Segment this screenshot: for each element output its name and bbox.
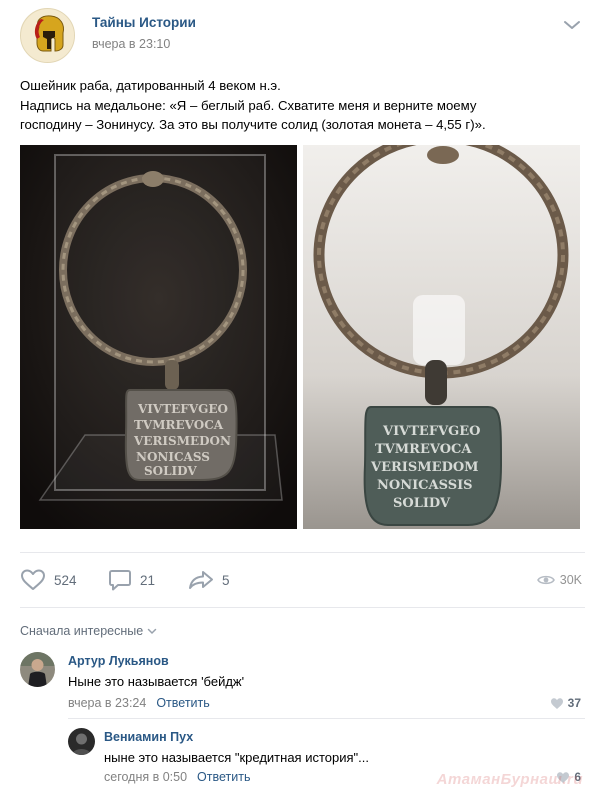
svg-text:VERISMEDON: VERISMEDON: [133, 434, 231, 448]
comment-text: Ныне это называется 'бейдж': [68, 674, 245, 689]
group-name[interactable]: Тайны Истории: [92, 15, 196, 30]
comment-meta: вчера в 23:24 Ответить: [68, 696, 210, 710]
svg-text:SOLIDV: SOLIDV: [393, 496, 451, 511]
likes-count: 524: [54, 572, 77, 588]
slave-collar-photo-light: VIVTEFVGEO TVMREVOCA VERISMEDOM NONICASS…: [303, 145, 580, 529]
views-counter: 30K: [536, 566, 582, 594]
slave-collar-photo-dark: VIVTEFVGEO TVMREVOCA VERISMEDON NONICASS…: [20, 145, 297, 529]
svg-text:VERISMEDOM: VERISMEDOM: [370, 460, 479, 475]
reply-button[interactable]: Ответить: [197, 770, 250, 784]
divider: [20, 552, 585, 553]
user-photo: [68, 728, 95, 755]
post-text-line: господину – Зонинусу. За это вы получите…: [20, 117, 486, 132]
post-actions: 524 21 5 30K: [20, 566, 582, 594]
comments-sort-dropdown[interactable]: Сначала интересные: [20, 624, 157, 638]
share-button[interactable]: 5: [188, 566, 230, 594]
post-header: Тайны Истории вчера в 23:10: [20, 8, 585, 64]
post-time[interactable]: вчера в 23:10: [92, 37, 170, 51]
spartan-helmet-logo: [21, 9, 74, 62]
comments-count: 21: [140, 572, 156, 588]
comment-icon: [109, 570, 131, 591]
comment-time[interactable]: сегодня в 0:50: [104, 770, 187, 784]
photo-left[interactable]: VIVTEFVGEO TVMREVOCA VERISMEDON NONICASS…: [20, 145, 297, 529]
svg-text:TVMREVOCA: TVMREVOCA: [375, 442, 472, 457]
heart-icon: [21, 569, 45, 590]
comment-meta: сегодня в 0:50 Ответить: [104, 770, 250, 784]
chevron-down-icon: [564, 21, 580, 29]
user-photo: [20, 652, 55, 687]
avatar[interactable]: [68, 728, 95, 755]
post-menu-button[interactable]: [563, 18, 581, 30]
shares-count: 5: [222, 572, 230, 588]
divider: [20, 607, 585, 608]
eye-icon: [536, 575, 555, 585]
watermark: АтаманБурнаш.ru: [436, 771, 583, 788]
svg-text:NONICASSIS: NONICASSIS: [377, 478, 473, 493]
post-text: Ошейник раба, датированный 4 веком н.э. …: [20, 76, 590, 135]
chevron-down-icon: [147, 628, 157, 634]
group-avatar[interactable]: [20, 8, 75, 63]
comment-author[interactable]: Вениамин Пух: [104, 730, 193, 744]
comment: Артур Лукьянов Ныне это называется 'бейд…: [20, 652, 585, 712]
svg-text:TVMREVOCA: TVMREVOCA: [134, 418, 224, 432]
photo-right[interactable]: VIVTEFVGEO TVMREVOCA VERISMEDOM NONICASS…: [303, 145, 580, 529]
comment-likes: 37: [567, 696, 581, 710]
like-button[interactable]: 524: [20, 566, 77, 594]
views-count: 30K: [559, 573, 582, 587]
sort-label: Сначала интересные: [20, 624, 144, 638]
share-icon: [189, 571, 213, 589]
avatar[interactable]: [20, 652, 55, 687]
small-heart-icon: [550, 697, 563, 709]
comment-button[interactable]: 21: [108, 566, 155, 594]
svg-text:VIVTEFVGEO: VIVTEFVGEO: [382, 424, 481, 439]
comment-text: ныне это называется "кредитная история".…: [104, 750, 369, 765]
post-text-line: Надпись на медальоне: «Я – беглый раб. С…: [20, 97, 477, 113]
comment-author[interactable]: Артур Лукьянов: [68, 654, 169, 668]
post-text-line: Ошейник раба, датированный 4 веком н.э.: [20, 78, 281, 93]
comment-time[interactable]: вчера в 23:24: [68, 696, 146, 710]
svg-text:SOLIDV: SOLIDV: [144, 464, 197, 478]
svg-text:VIVTEFVGEO: VIVTEFVGEO: [137, 402, 228, 416]
divider: [68, 718, 585, 719]
svg-text:NONICASS: NONICASS: [136, 450, 210, 464]
reply-button[interactable]: Ответить: [156, 696, 209, 710]
comment-like-button[interactable]: 37: [550, 696, 581, 710]
